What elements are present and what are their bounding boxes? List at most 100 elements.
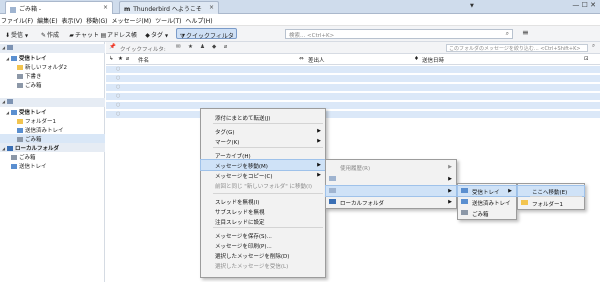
date-column[interactable]: 送信日時 — [422, 56, 444, 64]
table-row[interactable]: ○ — [106, 84, 600, 92]
folder-item[interactable]: ◢ — [0, 98, 105, 107]
submenu-arrow-icon: ▶ — [448, 188, 452, 194]
contact-filter-icon[interactable]: ♟ — [200, 44, 205, 50]
context-menu-item[interactable]: 選択したメッセージを削除(D) — [201, 250, 325, 260]
account-submenu: 受信トレイ ▶ 送信済みトレイ ごみ箱 — [457, 183, 517, 220]
folder-icon — [11, 110, 17, 115]
inbox-menu-item[interactable]: フォルダー1 — [518, 198, 584, 208]
folder-item[interactable]: ◢ 受信トレイ — [0, 107, 105, 116]
menu-bar: ファイル(F) 編集(E) 表示(V) 移動(G) メッセージ(M) ツール(T… — [0, 14, 600, 26]
context-menu-item[interactable]: 注目スレッドに設定 — [201, 216, 325, 226]
context-menu-item[interactable]: 添付にまとめて転送(J) — [201, 112, 325, 122]
menu-item-label: ローカルフォルダ — [340, 201, 385, 207]
folder-pane: ◢ ◢ 受信トレイ 新しいフォルダ2 下書き ごみ箱 ◢ ◢ 受信トレイ フォルダー1 送信済みトレ… — [0, 42, 105, 282]
folder-item[interactable]: ごみ箱 — [0, 152, 105, 161]
menu-separator — [213, 227, 323, 228]
unread-filter-icon[interactable]: ✉ — [176, 44, 181, 50]
move-menu-item[interactable]: ▶ — [325, 185, 457, 197]
subject-column[interactable]: 件名 — [138, 56, 149, 64]
attachment-filter-icon[interactable]: ⌀ — [224, 44, 227, 50]
folder-item[interactable]: フォルダー1 — [0, 116, 105, 125]
folder-item[interactable]: 下書き — [0, 71, 105, 80]
folder-item[interactable]: ◢ — [0, 44, 105, 53]
move-menu-item[interactable]: ローカルフォルダ ▶ — [326, 197, 456, 207]
read-status-icon[interactable]: ○ — [116, 75, 120, 81]
tab-trash[interactable]: ごみ箱 - × — [5, 1, 113, 14]
menu-item-label: 送信済みトレイ — [472, 201, 511, 207]
context-menu-item[interactable]: サブスレッドを無視 — [201, 206, 325, 216]
window-controls[interactable]: — ☐ ✕ — [572, 1, 596, 9]
folder-icon — [329, 176, 336, 181]
context-menu-item[interactable]: 前回と同じ "新しいフォルダ" に移動(I) — [201, 180, 325, 190]
table-row[interactable]: ○ — [106, 75, 600, 83]
junk-column-icon[interactable]: ♦ — [414, 56, 419, 62]
search-input[interactable]: 検索... <Ctrl+K> ⌕ — [285, 29, 513, 39]
folder-label: 送信トレイ — [19, 164, 47, 170]
filter-search-input[interactable]: このフォルダのメッセージを絞り込む... <Ctrl+Shift+K> — [446, 44, 588, 52]
pin-icon[interactable]: 📌 — [109, 44, 116, 50]
move-menu-item[interactable]: ▶ — [326, 174, 456, 184]
account-menu-item[interactable]: ごみ箱 — [458, 208, 516, 218]
close-icon[interactable]: × — [103, 4, 108, 11]
context-menu-item[interactable]: アーカイブ(H) — [201, 150, 325, 160]
folder-item[interactable]: 送信済みトレイ — [0, 125, 105, 134]
folder-icon — [461, 210, 468, 215]
table-row[interactable]: ○ — [106, 93, 600, 101]
write-button[interactable]: ✎作成 — [38, 28, 61, 39]
folder-item[interactable]: 送信トレイ — [0, 161, 105, 170]
menu-icon[interactable]: ≡ — [522, 28, 529, 37]
table-row[interactable]: ○ — [106, 111, 600, 119]
chat-button[interactable]: ▰チャット — [66, 28, 101, 39]
folder-icon — [17, 65, 23, 70]
read-status-icon[interactable]: ○ — [116, 93, 120, 99]
folder-item[interactable]: ごみ箱 — [0, 134, 105, 143]
context-menu-item[interactable]: メッセージを移動(M) ▶ — [200, 159, 326, 171]
read-status-icon[interactable]: ○ — [116, 102, 120, 108]
tab-bar: ごみ箱 - × m Thunderbird へようこそ × ▼ — ☐ ✕ — [0, 0, 600, 14]
context-menu-item[interactable]: メッセージを保存(S)... — [201, 230, 325, 240]
tag-filter-icon[interactable]: ◆ — [212, 44, 216, 50]
star-filter-icon[interactable]: ★ — [188, 44, 193, 50]
context-menu-item[interactable]: スレッドを無視(I) — [201, 196, 325, 206]
pencil-icon: ✎ — [40, 32, 47, 39]
tab-welcome[interactable]: m Thunderbird へようこそ × — [119, 1, 219, 14]
folder-item[interactable]: ◢ ローカルフォルダ — [0, 143, 105, 152]
account-menu-item[interactable]: 送信済みトレイ — [458, 197, 516, 207]
thread-column-icon[interactable]: ↳ — [109, 56, 114, 62]
get-mail-button[interactable]: ⬇受信 ▼ — [2, 28, 30, 39]
context-menu-item[interactable]: マーク(K) ▶ — [201, 136, 325, 146]
read-status-icon[interactable]: ○ — [116, 111, 120, 117]
folder-item[interactable]: ごみ箱 — [0, 80, 105, 89]
read-status-icon[interactable]: ○ — [116, 84, 120, 90]
folder-icon — [11, 164, 17, 169]
table-row[interactable]: ○ — [106, 66, 600, 74]
chevron-down-icon[interactable]: ▼ — [470, 3, 474, 9]
read-status-icon[interactable]: ○ — [116, 66, 120, 72]
quick-filter-button[interactable]: ⧩クイックフィルタ — [176, 28, 237, 40]
address-book-button[interactable]: ▤アドレス帳 — [98, 28, 139, 39]
menu-item-label: 添付にまとめて転送(J) — [215, 116, 271, 122]
submenu-arrow-icon: ▶ — [448, 199, 452, 205]
from-column[interactable]: 差出人 — [308, 56, 325, 64]
menu-separator — [530, 196, 582, 197]
folder-icon — [11, 56, 17, 61]
column-picker-icon[interactable]: ⊡ — [584, 56, 589, 62]
attachment-column-icon[interactable]: ⌀ — [126, 56, 129, 62]
tag-button[interactable]: ◆タグ ▼ — [142, 28, 170, 39]
star-column-icon[interactable]: ★ — [118, 56, 123, 62]
chevron-down-icon: ▼ — [164, 33, 169, 38]
read-column-icon[interactable]: ⇔ — [299, 56, 304, 62]
context-menu-item[interactable]: メッセージをコピー(C) ▶ — [201, 170, 325, 180]
move-menu-item[interactable]: 使用履歴(R) ▶ — [326, 162, 456, 172]
context-menu-item[interactable]: 選択したメッセージを受信(L) — [201, 260, 325, 270]
context-menu-item[interactable]: タグ(G) ▶ — [201, 126, 325, 136]
table-row[interactable]: ○ — [106, 102, 600, 110]
account-menu-item[interactable]: 受信トレイ ▶ — [457, 185, 517, 197]
folder-item[interactable]: 新しいフォルダ2 — [0, 62, 105, 71]
inbox-menu-item[interactable]: ここへ移動(E) — [517, 185, 585, 197]
folder-label: ごみ箱 — [25, 83, 42, 89]
context-menu-item[interactable]: メッセージを印刷(P)... — [201, 240, 325, 250]
folder-item[interactable]: ◢ 受信トレイ — [0, 53, 105, 62]
close-icon[interactable]: × — [209, 4, 214, 11]
menu-separator — [213, 123, 323, 124]
